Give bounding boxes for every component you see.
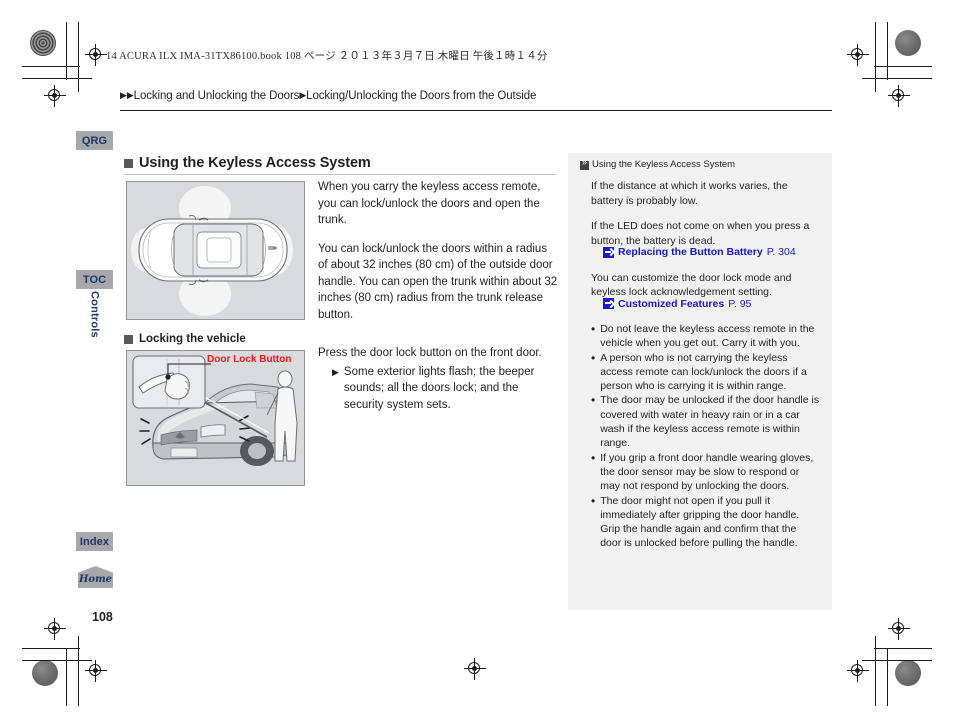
side-note-body: If the distance at which it works varies… bbox=[580, 179, 820, 551]
sidebar-chapter-label: Controls bbox=[76, 291, 113, 355]
bullet-icon: • bbox=[591, 350, 596, 365]
crop-line bbox=[78, 636, 79, 706]
crop-line bbox=[66, 648, 67, 706]
breadcrumb-arrow-icon: ▶ bbox=[120, 90, 127, 100]
crop-line bbox=[862, 660, 932, 661]
registration-crosshair bbox=[85, 44, 107, 66]
figure-locking-vehicle bbox=[126, 350, 305, 486]
print-file-info-line: 14 ACURA ILX IMA-31TX86100.book 108 ページ … bbox=[106, 51, 548, 62]
car-topdown-illustration bbox=[131, 186, 293, 316]
cross-reference-page: P. 95 bbox=[728, 297, 752, 310]
crop-line bbox=[22, 648, 80, 649]
cross-reference-title: Replacing the Button Battery bbox=[618, 246, 763, 258]
halftone-circle-bottom-right bbox=[895, 660, 921, 686]
jump-arrow-icon bbox=[603, 246, 614, 258]
section-heading-locking-vehicle: Locking the vehicle bbox=[124, 333, 246, 345]
crop-line bbox=[22, 660, 92, 661]
side-note-header: Using the Keyless Access System bbox=[580, 158, 820, 171]
list-item-text: Do not leave the keyless access remote i… bbox=[600, 323, 815, 350]
paragraph: If the distance at which it works varies… bbox=[591, 180, 788, 207]
sidebar-home-label: Home bbox=[78, 574, 113, 585]
crop-line bbox=[875, 22, 876, 92]
sidebar-tab-toc[interactable]: TOC bbox=[76, 270, 113, 289]
bullet-icon: • bbox=[591, 393, 596, 408]
paragraph: When you carry the keyless access remote… bbox=[318, 181, 541, 226]
registration-crosshair bbox=[847, 660, 869, 682]
section-title: Using the Keyless Access System bbox=[139, 155, 371, 171]
crop-line bbox=[862, 78, 932, 79]
crop-line bbox=[887, 22, 888, 80]
registration-crosshair bbox=[44, 618, 66, 640]
halftone-circle-top-right bbox=[895, 30, 921, 56]
breadcrumb-arrow-icon: ▶ bbox=[126, 90, 134, 100]
sidebar-tab-qrg[interactable]: QRG bbox=[76, 131, 113, 150]
list-item: • The door may be unlocked if the door h… bbox=[591, 393, 820, 450]
cross-reference-link[interactable]: Replacing the Button Battery P. 304 bbox=[603, 245, 820, 260]
side-note-panel: Using the Keyless Access System If the d… bbox=[568, 153, 832, 610]
crop-line bbox=[78, 22, 79, 92]
double-chevron-icon bbox=[580, 158, 589, 170]
cross-reference-link[interactable]: Customized Features P. 95 bbox=[603, 297, 820, 312]
crop-line bbox=[887, 648, 888, 706]
crop-line bbox=[22, 66, 80, 67]
sidebar-tab-index[interactable]: Index bbox=[76, 532, 113, 551]
paragraph: Press the door lock button on the front … bbox=[318, 347, 542, 359]
section1-body: When you carry the keyless access remote… bbox=[318, 179, 558, 335]
registration-crosshair bbox=[888, 618, 910, 640]
cross-reference-page: P. 304 bbox=[766, 246, 796, 258]
halftone-circle-bottom-left bbox=[32, 660, 58, 686]
side-note-title: Using the Keyless Access System bbox=[592, 159, 736, 170]
list-item: • Do not leave the keyless access remote… bbox=[591, 322, 820, 351]
section-heading-keyless-access: Using the Keyless Access System bbox=[124, 155, 371, 171]
figure-keyless-detection-radius bbox=[126, 181, 305, 320]
paragraph: If the LED does not come on when you pre… bbox=[591, 220, 810, 247]
crop-line bbox=[66, 22, 67, 80]
car-locking-illustration bbox=[132, 355, 298, 466]
paragraph: You can customize the door lock mode and… bbox=[591, 271, 792, 299]
list-item-text: If you grip a front door handle wearing … bbox=[600, 451, 814, 493]
square-bullet-icon bbox=[124, 158, 133, 168]
list-item-text: A person who is not carrying the keyless… bbox=[600, 351, 807, 393]
crop-line bbox=[22, 78, 92, 79]
crop-line bbox=[874, 648, 932, 649]
sidebar-chapter-label-text: Controls bbox=[88, 291, 101, 338]
jump-arrow-icon bbox=[603, 298, 614, 310]
sub-bullet-item: ▶ Some exterior lights flash; the beeper… bbox=[318, 364, 558, 414]
section-title: Locking the vehicle bbox=[139, 333, 246, 345]
list-item: • A person who is not carrying the keyle… bbox=[591, 351, 820, 394]
list-item: • The door might not open if you pull it… bbox=[591, 494, 820, 551]
crop-line bbox=[874, 66, 932, 67]
sub-bullet-text: Some exterior lights flash; the beeper s… bbox=[343, 365, 535, 411]
bullet-icon: • bbox=[591, 450, 596, 465]
callout-label-door-lock-button: Door Lock Button bbox=[207, 354, 292, 365]
registration-crosshair bbox=[847, 44, 869, 66]
section2-body: Press the door lock button on the front … bbox=[318, 345, 558, 413]
sidebar-home-button[interactable]: Home bbox=[78, 566, 113, 588]
registration-crosshair bbox=[85, 660, 107, 682]
list-item: • If you grip a front door handle wearin… bbox=[591, 451, 820, 494]
halftone-circle-top-left bbox=[30, 30, 56, 56]
list-item-text: The door might not open if you pull it i… bbox=[600, 494, 800, 550]
registration-crosshair bbox=[888, 85, 910, 107]
crop-line bbox=[875, 636, 876, 706]
header-divider bbox=[120, 110, 832, 111]
section-underline bbox=[124, 174, 556, 175]
paragraph: You can lock/unlock the doors within a r… bbox=[318, 242, 558, 321]
side-note-bullet-list: • Do not leave the keyless access remote… bbox=[591, 322, 820, 551]
square-bullet-icon bbox=[124, 334, 133, 344]
breadcrumb: ▶▶Locking and Unlocking the Doors▶Lockin… bbox=[120, 90, 536, 102]
list-item-text: The door may be unlocked if the door han… bbox=[600, 394, 820, 450]
breadcrumb-segment-current[interactable]: Locking/Unlocking the Doors from the Out… bbox=[306, 90, 536, 102]
breadcrumb-segment-parent[interactable]: Locking and Unlocking the Doors bbox=[134, 90, 300, 102]
triangle-bullet-icon: ▶ bbox=[332, 366, 339, 377]
bullet-icon: • bbox=[591, 493, 596, 508]
registration-crosshair bbox=[44, 85, 66, 107]
cross-reference-title: Customized Features bbox=[618, 297, 725, 310]
page-number: 108 bbox=[92, 610, 113, 624]
registration-crosshair-center-bottom bbox=[464, 658, 486, 680]
bullet-icon: • bbox=[591, 322, 596, 336]
